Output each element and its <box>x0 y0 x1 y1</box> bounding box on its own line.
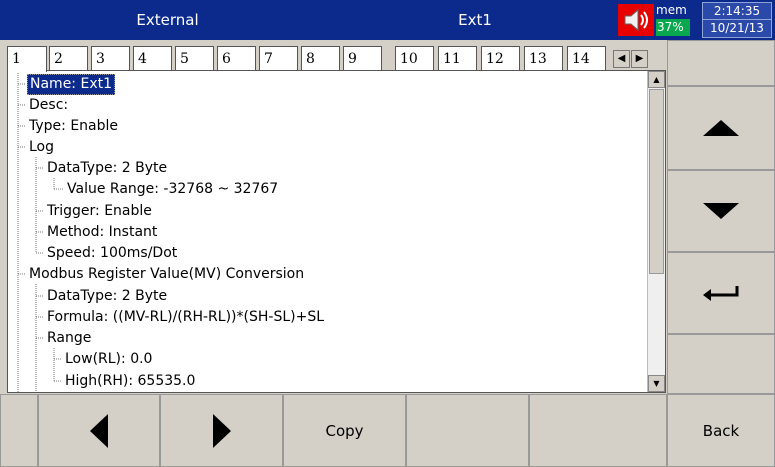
title-bar: External Ext1 mem 37% 2:14:35 10/21/13 <box>0 0 775 40</box>
group-title: Ext1 <box>458 11 492 29</box>
tree-node-log[interactable]: Log <box>27 137 56 158</box>
arrow-up-icon <box>703 120 739 136</box>
tree-node-value-range[interactable]: Value Range: -32768 ~ 32767 <box>65 179 280 200</box>
tab-strip: 1 2 3 4 5 6 7 8 9 10 11 12 13 14 ◀ ▶ <box>7 46 666 72</box>
tree-node-low[interactable]: Low(RL): 0.0 <box>63 349 154 370</box>
copy-button[interactable]: Copy <box>283 394 406 467</box>
clock-date: 10/21/13 <box>703 19 771 36</box>
bottom-blank-button-1[interactable] <box>406 394 529 467</box>
arrow-down-icon <box>703 203 739 219</box>
tab-11[interactable]: 11 <box>438 46 477 71</box>
back-button[interactable]: Back <box>667 394 775 467</box>
tab-8[interactable]: 8 <box>301 46 340 71</box>
triangle-down-icon: ▼ <box>653 379 660 388</box>
tab-3[interactable]: 3 <box>91 46 130 71</box>
scroll-up-button[interactable]: ▲ <box>648 71 665 88</box>
chevron-right-icon: ▶ <box>635 53 644 64</box>
bottom-blank-button-left[interactable] <box>0 394 38 467</box>
bottom-blank-button-2[interactable] <box>529 394 667 467</box>
enter-icon <box>703 286 739 301</box>
tab-9[interactable]: 9 <box>343 46 382 71</box>
tree-node-high[interactable]: High(RH): 65535.0 <box>63 371 197 392</box>
tree-node-name[interactable]: Name: Ext1 <box>27 74 115 95</box>
tree-node-trigger[interactable]: Trigger: Enable <box>45 201 154 222</box>
memory-indicator: mem 37% <box>656 2 696 36</box>
speaker-icon <box>624 8 648 32</box>
scroll-down-button[interactable]: ▼ <box>648 375 665 392</box>
tab-4[interactable]: 4 <box>133 46 172 71</box>
mem-percent: 37% <box>656 19 690 36</box>
previous-button[interactable] <box>38 394 160 467</box>
scroll-thumb[interactable] <box>649 89 664 274</box>
tab-6[interactable]: 6 <box>217 46 256 71</box>
next-button[interactable] <box>160 394 283 467</box>
tree-view[interactable]: Name: Ext1 Desc: Type: Enable Log DataTy… <box>7 70 666 393</box>
tree-node-log-datatype[interactable]: DataType: 2 Byte <box>45 158 169 179</box>
tree-node-method[interactable]: Method: Instant <box>45 222 159 243</box>
tree-node-modbus-conversion[interactable]: Modbus Register Value(MV) Conversion <box>27 264 306 285</box>
alarm-button[interactable] <box>618 4 654 36</box>
arrow-right-icon <box>212 413 231 448</box>
tree-node-speed[interactable]: Speed: 100ms/Dot <box>45 243 179 264</box>
tab-10[interactable]: 10 <box>395 46 434 71</box>
right-blank-button-bottom[interactable] <box>667 334 775 394</box>
mem-label: mem <box>656 3 687 17</box>
tree-node-modbus-datatype[interactable]: DataType: 2 Byte <box>45 286 169 307</box>
move-up-button[interactable] <box>667 86 775 170</box>
tab-12[interactable]: 12 <box>481 46 520 71</box>
tab-scroll-right-button[interactable]: ▶ <box>631 50 648 68</box>
tab-13[interactable]: 13 <box>524 46 563 71</box>
tree-vertical-scrollbar[interactable]: ▲ ▼ <box>647 71 665 392</box>
tree-node-formula[interactable]: Formula: ((MV-RL)/(RH-RL))*(SH-SL)+SL <box>45 307 326 328</box>
right-button-column <box>667 40 775 394</box>
clock-time: 2:14:35 <box>713 4 761 18</box>
arrow-left-icon <box>90 413 108 448</box>
tab-14[interactable]: 14 <box>567 46 606 71</box>
app-title: External <box>136 11 199 29</box>
triangle-up-icon: ▲ <box>653 75 660 84</box>
right-blank-button[interactable] <box>667 40 775 86</box>
bottom-button-bar: Copy Back <box>0 394 775 467</box>
tab-7[interactable]: 7 <box>259 46 298 71</box>
tab-2[interactable]: 2 <box>49 46 88 71</box>
move-down-button[interactable] <box>667 170 775 252</box>
tab-5[interactable]: 5 <box>175 46 214 71</box>
clock: 2:14:35 10/21/13 <box>702 2 772 38</box>
tree-node-desc[interactable]: Desc: <box>27 95 70 116</box>
enter-button[interactable] <box>667 252 775 334</box>
chevron-left-icon: ◀ <box>617 53 626 64</box>
tree-node-type[interactable]: Type: Enable <box>27 116 120 137</box>
tab-1[interactable]: 1 <box>7 46 47 72</box>
tab-scroll-left-button[interactable]: ◀ <box>613 50 630 68</box>
tree-node-range[interactable]: Range <box>45 328 93 349</box>
